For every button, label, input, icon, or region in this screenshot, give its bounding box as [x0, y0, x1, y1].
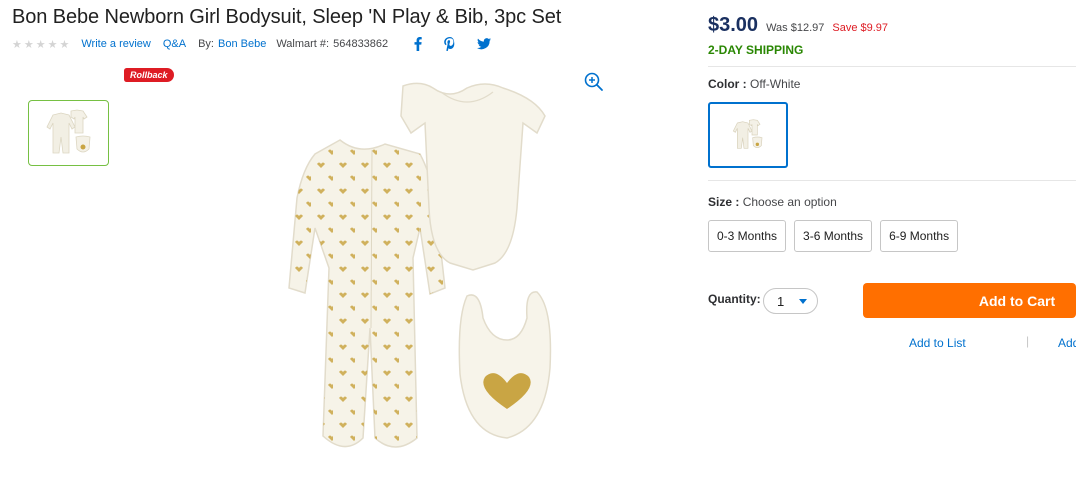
sleeper-garment	[288, 139, 446, 448]
divider	[708, 180, 1076, 181]
add-to-list-link[interactable]: Add to List	[909, 336, 966, 350]
walmart-number-label: Walmart #:	[276, 38, 330, 50]
pinterest-icon[interactable]	[444, 37, 455, 51]
quantity-label: Quantity:	[708, 292, 761, 306]
shipping-badge: 2-DAY SHIPPING	[708, 43, 804, 57]
walmart-number: 564833862	[333, 38, 389, 50]
star-icon: ★	[35, 38, 46, 51]
size-option-6-9-months[interactable]: 6-9 Months	[880, 220, 959, 252]
size-option-label: Size : Choose an option	[708, 195, 837, 209]
twitter-icon[interactable]	[477, 38, 492, 50]
size-label: Size :	[708, 195, 740, 209]
add-to-cart-label: Add to Cart	[978, 292, 1056, 309]
was-price: Was $12.97	[766, 22, 825, 34]
add-to-cart-button[interactable]: Add to Cart	[863, 283, 1076, 318]
star-icon: ★	[12, 38, 22, 51]
color-swatch-off-white[interactable]	[708, 102, 788, 168]
chevron-down-icon	[799, 298, 807, 304]
quantity-value: 1	[777, 293, 785, 309]
quantity-select[interactable]: 1	[763, 288, 818, 314]
rating-stars[interactable]: ★ ★ ★ ★ ★	[12, 38, 69, 51]
rollback-badge: Rollback	[124, 68, 174, 82]
divider	[708, 66, 1076, 67]
size-value: Choose an option	[742, 195, 837, 209]
star-icon: ★	[47, 38, 58, 51]
link-separator: |	[1026, 334, 1030, 348]
current-price: $3.00	[708, 14, 759, 36]
swatch-image	[732, 119, 763, 149]
thumbnail-image	[45, 109, 90, 154]
product-title: Bon Bebe Newborn Girl Bodysuit, Sleep 'N…	[12, 6, 562, 28]
zoom-in-icon[interactable]	[584, 72, 604, 97]
brand-link[interactable]: Bon Bebe	[218, 38, 266, 50]
qa-link[interactable]: Q&A	[163, 38, 186, 50]
add-to-registry-link[interactable]: Add	[1058, 336, 1076, 350]
color-option-label: Color : Off-White	[708, 77, 800, 91]
star-icon: ★	[23, 38, 34, 51]
size-options: 0-3 Months 3-6 Months 6-9 Months	[708, 220, 959, 252]
facebook-icon[interactable]	[414, 37, 422, 51]
price-row: $3.00 Was $12.97 Save $9.97	[708, 14, 888, 37]
star-icon: ★	[59, 38, 70, 51]
brand-label: By:	[198, 38, 214, 50]
share-icons	[414, 37, 492, 51]
product-meta-row: ★ ★ ★ ★ ★ Write a review Q&A By: Bon Beb…	[12, 36, 492, 52]
buy-box: $3.00 Was $12.97 Save $9.97 2-DAY SHIPPI…	[708, 0, 1076, 486]
bib-garment	[458, 291, 552, 439]
product-main-image[interactable]	[245, 78, 575, 478]
write-review-link[interactable]: Write a review	[81, 38, 150, 50]
size-option-3-6-months[interactable]: 3-6 Months	[794, 220, 873, 252]
color-value: Off-White	[750, 77, 801, 91]
size-option-0-3-months[interactable]: 0-3 Months	[708, 220, 787, 252]
product-thumbnail[interactable]	[28, 100, 109, 166]
color-label: Color :	[708, 77, 747, 91]
save-amount: Save $9.97	[832, 22, 889, 34]
